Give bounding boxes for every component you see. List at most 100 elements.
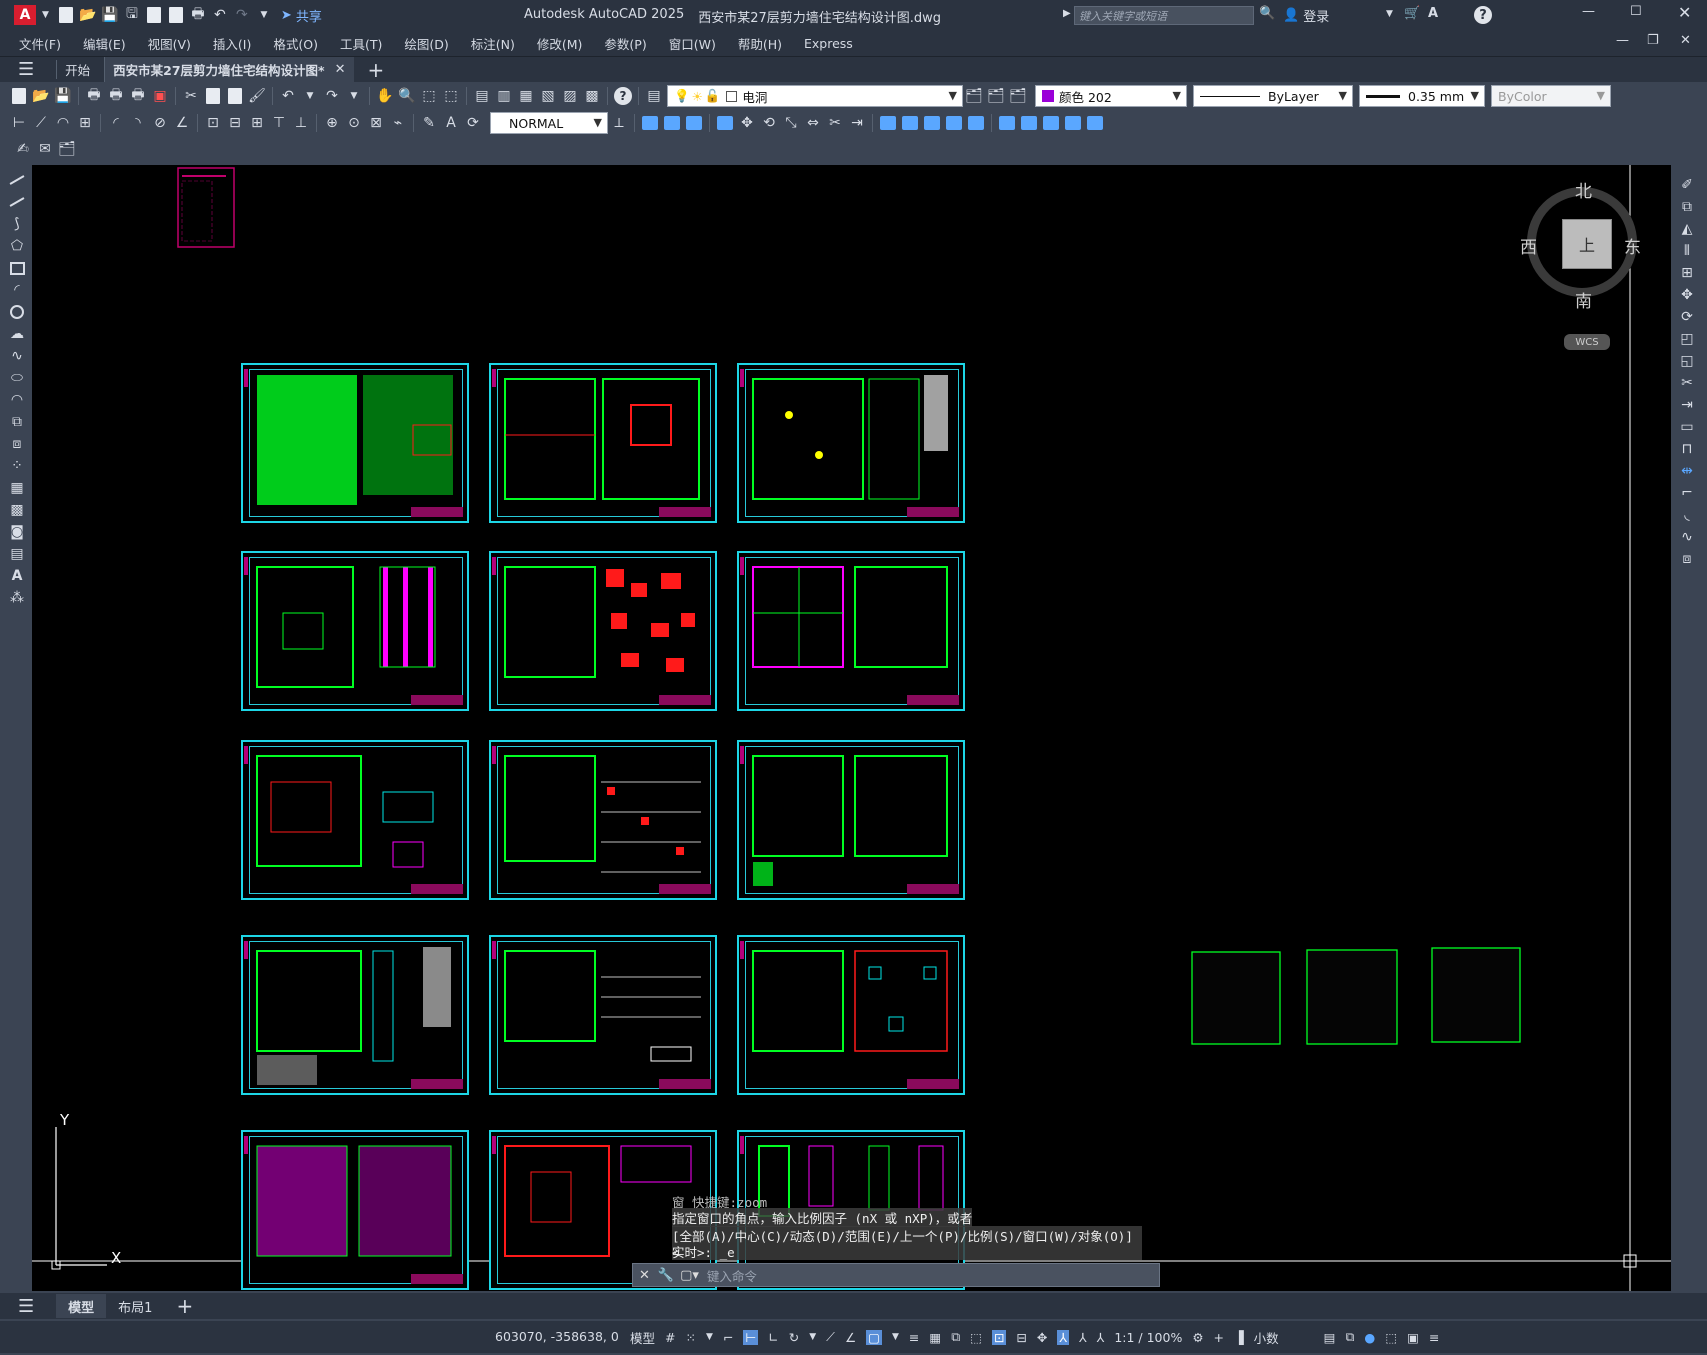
- tab-model[interactable]: 模型: [56, 1294, 107, 1318]
- dimension-style-icon[interactable]: ⟂: [610, 114, 628, 132]
- new-tab-button[interactable]: +: [368, 58, 385, 82]
- viewcube-south[interactable]: 南: [1575, 287, 1592, 312]
- new-icon[interactable]: [57, 6, 75, 24]
- arc-length-icon[interactable]: ◠: [54, 114, 72, 132]
- save-icon[interactable]: 💾: [101, 6, 119, 24]
- extend-icon[interactable]: ⇥: [848, 114, 866, 132]
- 3d-osnap-icon[interactable]: ⬚: [970, 1330, 982, 1345]
- plot-icon[interactable]: 🖶: [85, 87, 103, 105]
- chamfer-icon[interactable]: ⌐: [1678, 484, 1696, 502]
- menu-parametric[interactable]: 参数(P): [593, 34, 657, 53]
- layout-menu-icon[interactable]: ☰: [18, 1296, 34, 1317]
- table-icon[interactable]: ▤: [8, 545, 26, 563]
- command-close-icon[interactable]: ✕: [639, 1268, 650, 1283]
- zoom-window-icon[interactable]: ⬚: [420, 87, 438, 105]
- layer-properties-icon[interactable]: ▤: [645, 87, 663, 105]
- dynamic-ucs-icon[interactable]: ⊡: [991, 1329, 1007, 1345]
- menu-format[interactable]: 格式(O): [262, 34, 329, 53]
- search-input[interactable]: 键入关键字或短语: [1074, 6, 1254, 25]
- scale-icon[interactable]: ⤡: [782, 114, 800, 132]
- copy-icon[interactable]: [204, 87, 222, 105]
- properties-icon[interactable]: ▤: [473, 87, 491, 105]
- break-icon[interactable]: [879, 114, 897, 132]
- menu-dimension[interactable]: 标注(N): [460, 34, 526, 53]
- maximize-window-icon[interactable]: ☐: [1630, 4, 1642, 19]
- make-block-icon[interactable]: ⧈: [8, 435, 26, 453]
- copy-icon[interactable]: ⧉: [1678, 198, 1696, 216]
- tab-start[interactable]: 开始: [56, 60, 98, 79]
- drawing-sheet[interactable]: [489, 740, 717, 900]
- new-icon[interactable]: [10, 87, 28, 105]
- markup-icon[interactable]: ▨: [561, 87, 579, 105]
- drawing-canvas[interactable]: Y X 上 北 南 西 东 WCS 窗 快捷键:zoom 指定窗口的角点，输入比…: [32, 165, 1671, 1291]
- drawing-sheet[interactable]: [737, 935, 965, 1095]
- drawing-sheet[interactable]: [241, 551, 469, 711]
- drawing-sheet[interactable]: [241, 363, 469, 523]
- annotation-monitor-icon[interactable]: +: [1214, 1330, 1224, 1345]
- command-input[interactable]: 键入命令: [707, 1266, 757, 1285]
- polygon-icon[interactable]: ⬠: [8, 237, 26, 255]
- doc-restore-icon[interactable]: ❐: [1647, 33, 1659, 48]
- rotate-icon[interactable]: ⟳: [1678, 308, 1696, 326]
- customize-icon[interactable]: ▼: [255, 6, 273, 24]
- redo-icon[interactable]: ↷: [323, 87, 341, 105]
- viewcube[interactable]: 上 北 南 西 东: [1520, 177, 1642, 312]
- model-space-button[interactable]: 模型: [630, 1328, 655, 1347]
- jogged-linear-icon[interactable]: ⌁: [389, 114, 407, 132]
- customization-icon[interactable]: ≡: [1429, 1330, 1439, 1345]
- multiline-text-icon[interactable]: A: [8, 567, 26, 585]
- polar-icon[interactable]: ↻: [789, 1330, 799, 1345]
- save-icon[interactable]: 💾: [54, 87, 72, 105]
- insert-block-icon[interactable]: ⧉: [8, 413, 26, 431]
- join-icon[interactable]: [901, 114, 919, 132]
- edit-attributes-icon[interactable]: ✉: [36, 140, 54, 158]
- autocad-logo-icon[interactable]: A: [14, 5, 36, 25]
- lock-ui-icon[interactable]: ⧉: [1345, 1329, 1354, 1345]
- viewcube-north[interactable]: 北: [1575, 177, 1592, 202]
- drawing-sheet[interactable]: [241, 935, 469, 1095]
- ortho-icon[interactable]: ∟: [768, 1330, 778, 1345]
- tolerance-icon[interactable]: ⊕: [323, 114, 341, 132]
- command-customize-icon[interactable]: 🔧: [658, 1268, 674, 1283]
- gizmo-icon[interactable]: ✥: [1037, 1330, 1047, 1345]
- drawing-sheet[interactable]: [489, 935, 717, 1095]
- explode-icon[interactable]: [998, 114, 1016, 132]
- pan-icon[interactable]: ✋: [376, 87, 394, 105]
- login-chevron-icon[interactable]: ▼: [1386, 9, 1393, 19]
- drawing-sheet[interactable]: [737, 740, 965, 900]
- layer-previous-icon[interactable]: 🗂: [987, 87, 1005, 105]
- menu-window[interactable]: 窗口(W): [658, 34, 727, 53]
- doc-minimize-icon[interactable]: —: [1616, 33, 1629, 48]
- annotation-visibility-icon[interactable]: ⅄: [1057, 1329, 1070, 1345]
- linear-dimension-icon[interactable]: ⊢: [10, 114, 28, 132]
- web-open-icon[interactable]: [145, 6, 163, 24]
- help-icon[interactable]: ?: [614, 87, 632, 105]
- trim-icon[interactable]: ✂: [826, 114, 844, 132]
- radius-dimension-icon[interactable]: ◜: [107, 114, 125, 132]
- rotate-icon[interactable]: ⟲: [760, 114, 778, 132]
- snap-icon[interactable]: ⁙: [686, 1330, 696, 1345]
- blend-curves-icon[interactable]: ∿: [1678, 528, 1696, 546]
- spline-icon[interactable]: ∿: [8, 347, 26, 365]
- search-chevron-icon[interactable]: ▶: [1063, 8, 1071, 19]
- rectangle-icon[interactable]: [8, 259, 26, 277]
- ellipse-icon[interactable]: ⬭: [8, 369, 26, 387]
- object-snap-tracking-icon[interactable]: ∠: [845, 1330, 856, 1345]
- gradient-icon[interactable]: ▩: [8, 501, 26, 519]
- fillet-icon[interactable]: [945, 114, 963, 132]
- annotation-scale-icon[interactable]: ⅄: [1097, 1330, 1105, 1345]
- make-current-layer-icon[interactable]: 🗂: [965, 87, 983, 105]
- viewcube-east[interactable]: 东: [1624, 233, 1641, 258]
- block-editor-icon[interactable]: ✍: [14, 140, 32, 158]
- dimension-text-edit-icon[interactable]: A: [442, 114, 460, 132]
- drawing-sheet[interactable]: [737, 363, 965, 523]
- color-dropdown[interactable]: 颜色 202 ▼: [1035, 85, 1187, 107]
- tool-palettes-icon[interactable]: ▦: [517, 87, 535, 105]
- coordinates-display[interactable]: 603070, -358638, 0: [490, 1329, 625, 1345]
- help-icon[interactable]: ?: [1474, 6, 1492, 24]
- viewcube-top-face[interactable]: 上: [1562, 219, 1612, 269]
- drawing-sheet[interactable]: [241, 1130, 469, 1290]
- mirror-icon[interactable]: [663, 114, 681, 132]
- plotstyle-dropdown[interactable]: ByColor ▼: [1491, 85, 1611, 107]
- hamburger-menu-icon[interactable]: ☰: [18, 59, 34, 80]
